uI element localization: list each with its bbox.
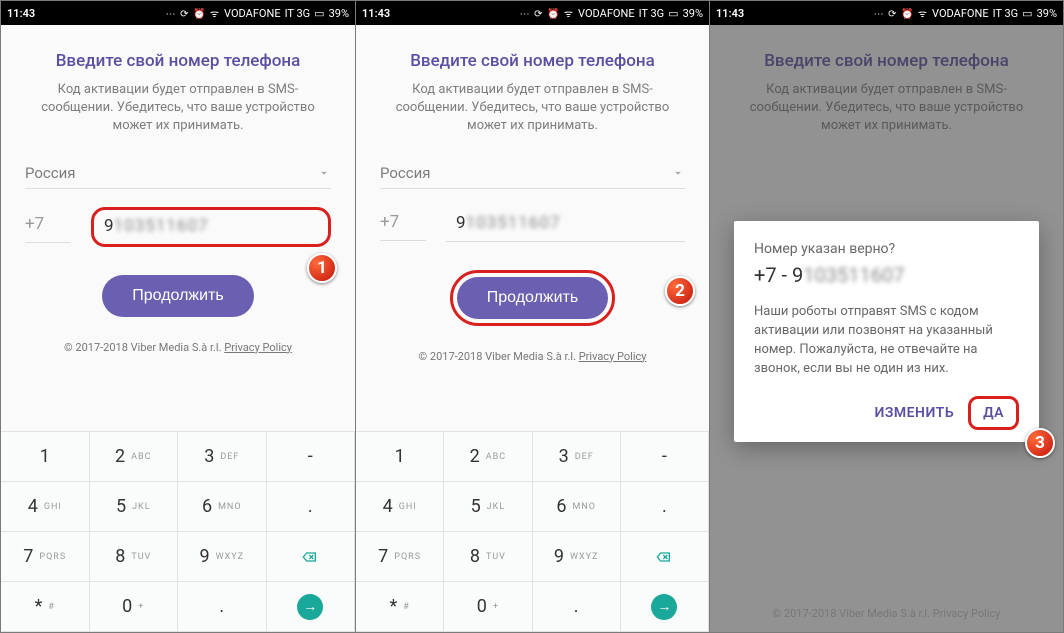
page-subtitle: Код активации будет отправлен в SMS-сооб… [25,81,331,136]
status-icons: ⋯ ⟳ ⏰ ᯤ [520,6,574,20]
key-.[interactable]: . [533,582,621,632]
status-carrier: VODAFONE [578,7,635,20]
backspace-key[interactable] [267,532,356,582]
key-3[interactable]: 3DEF [178,432,267,482]
status-carrier: VODAFONE [932,7,989,20]
phone-screen-2: 11:43 ⋯ ⟳ ⏰ ᯤ VODAFONE IT 3G ▭ 39% Введи… [355,1,709,632]
status-battery: 39% [1037,7,1057,20]
dialog-change-button[interactable]: ИЗМЕНИТЬ [875,405,955,421]
key-3[interactable]: 3DEF [533,432,621,482]
footer: © 2017-2018 Viber Media S.à r.l. Privacy… [710,607,1063,620]
status-network: IT 3G [285,7,311,20]
key-5[interactable]: 5JKL [444,482,532,532]
status-bar: 11:43 ⋯ ⟳ ⏰ ᯤ VODAFONE IT 3G ▭ 39% [710,1,1063,25]
key-7[interactable]: 7PQRS [1,532,90,582]
status-icons: ⋯ ⟳ ⏰ ᯤ [874,6,928,20]
continue-button[interactable]: Продолжить [102,275,253,317]
country-label: Россия [380,164,431,182]
step-badge-2: 2 [665,276,695,306]
phone-input[interactable]: 9103511607 [91,207,331,247]
key-2[interactable]: 2ABC [444,432,532,482]
key-4[interactable]: 4GHI [1,482,90,532]
key-9[interactable]: 9WXYZ [533,532,621,582]
country-label: Россия [25,164,76,182]
status-carrier: VODAFONE [224,7,281,20]
key-*[interactable]: *# [356,582,444,632]
key-9[interactable]: 9WXYZ [178,532,267,582]
continue-button[interactable]: Продолжить [457,277,608,319]
key-.[interactable]: . [267,482,356,532]
country-select[interactable]: Россия [25,158,331,189]
numeric-keypad: 12ABC3DEF- 4GHI5JKL6MNO. 7PQRS8TUV9WXYZ *#0… [356,431,709,632]
key--[interactable]: - [267,432,356,482]
phone-input[interactable]: 9103511607 [446,207,685,242]
key-0[interactable]: 0+ [444,582,532,632]
key-*[interactable]: *# [1,582,90,632]
key-8[interactable]: 8TUV [444,532,532,582]
privacy-policy-link[interactable]: Privacy Policy [224,341,292,354]
dial-code: +7 [25,210,71,243]
numeric-keypad: 12ABC3DEF- 4GHI5JKL6MNO. 7PQRS8TUV9WXYZ *#0… [1,431,355,632]
dialog-description: Наши роботы отправят SMS с кодом активац… [754,303,1019,378]
backspace-key[interactable] [621,532,709,582]
page-title: Введите свой номер телефона [25,51,331,71]
confirm-dialog: Номер указан верно? +7 - 9103511607 Наши… [734,221,1039,442]
page-subtitle: Код активации будет отправлен в SMS-сооб… [380,81,685,136]
status-bar: 11:43 ⋯ ⟳ ⏰ ᯤ VODAFONE IT 3G ▭ 39% [356,1,709,25]
phone-screen-3: 11:43 ⋯ ⟳ ⏰ ᯤ VODAFONE IT 3G ▭ 39% Введи… [709,1,1063,632]
dialog-number: +7 - 9103511607 [754,263,1019,287]
status-battery: 39% [329,7,349,20]
privacy-policy-link[interactable]: Privacy Policy [579,350,647,363]
key-5[interactable]: 5JKL [90,482,179,532]
key-6[interactable]: 6MNO [533,482,621,532]
chevron-down-icon [671,166,685,180]
status-network: IT 3G [993,7,1019,20]
dial-code: +7 [380,208,426,241]
key-4[interactable]: 4GHI [356,482,444,532]
status-time: 11:43 [7,7,35,20]
key-1[interactable]: 1 [1,432,90,482]
status-time: 11:43 [716,7,744,20]
key-0[interactable]: 0+ [90,582,179,632]
status-icons: ⋯ ⟳ ⏰ ᯤ [166,6,220,20]
key-1[interactable]: 1 [356,432,444,482]
step-badge-1: 1 [307,253,337,283]
continue-highlight: Продолжить [450,270,615,326]
status-network: IT 3G [639,7,665,20]
key-.[interactable]: . [178,582,267,632]
key--[interactable]: - [621,432,709,482]
footer: © 2017-2018 Viber Media S.à r.l. Privacy… [25,341,331,354]
key-2[interactable]: 2ABC [90,432,179,482]
battery-icon: ▭ [314,7,324,20]
phone-screen-1: 11:43 ⋯ ⟳ ⏰ ᯤ VODAFONE IT 3G ▭ 39% Введи… [1,1,355,632]
key-8[interactable]: 8TUV [90,532,179,582]
privacy-policy-link[interactable]: Privacy Policy [933,607,1001,620]
battery-icon: ▭ [1022,7,1032,20]
key-6[interactable]: 6MNO [178,482,267,532]
go-key[interactable]: → [621,582,709,632]
status-time: 11:43 [362,7,390,20]
status-bar: 11:43 ⋯ ⟳ ⏰ ᯤ VODAFONE IT 3G ▭ 39% [1,1,355,25]
key-7[interactable]: 7PQRS [356,532,444,582]
dialog-question: Номер указан верно? [754,241,1019,257]
chevron-down-icon [317,166,331,180]
country-select[interactable]: Россия [380,158,685,189]
key-.[interactable]: . [621,482,709,532]
battery-icon: ▭ [668,7,678,20]
dialog-yes-button[interactable]: ДА [968,396,1019,430]
go-key[interactable]: → [267,582,356,632]
status-battery: 39% [683,7,703,20]
footer: © 2017-2018 Viber Media S.à r.l. Privacy… [380,350,685,363]
page-title: Введите свой номер телефона [380,51,685,71]
